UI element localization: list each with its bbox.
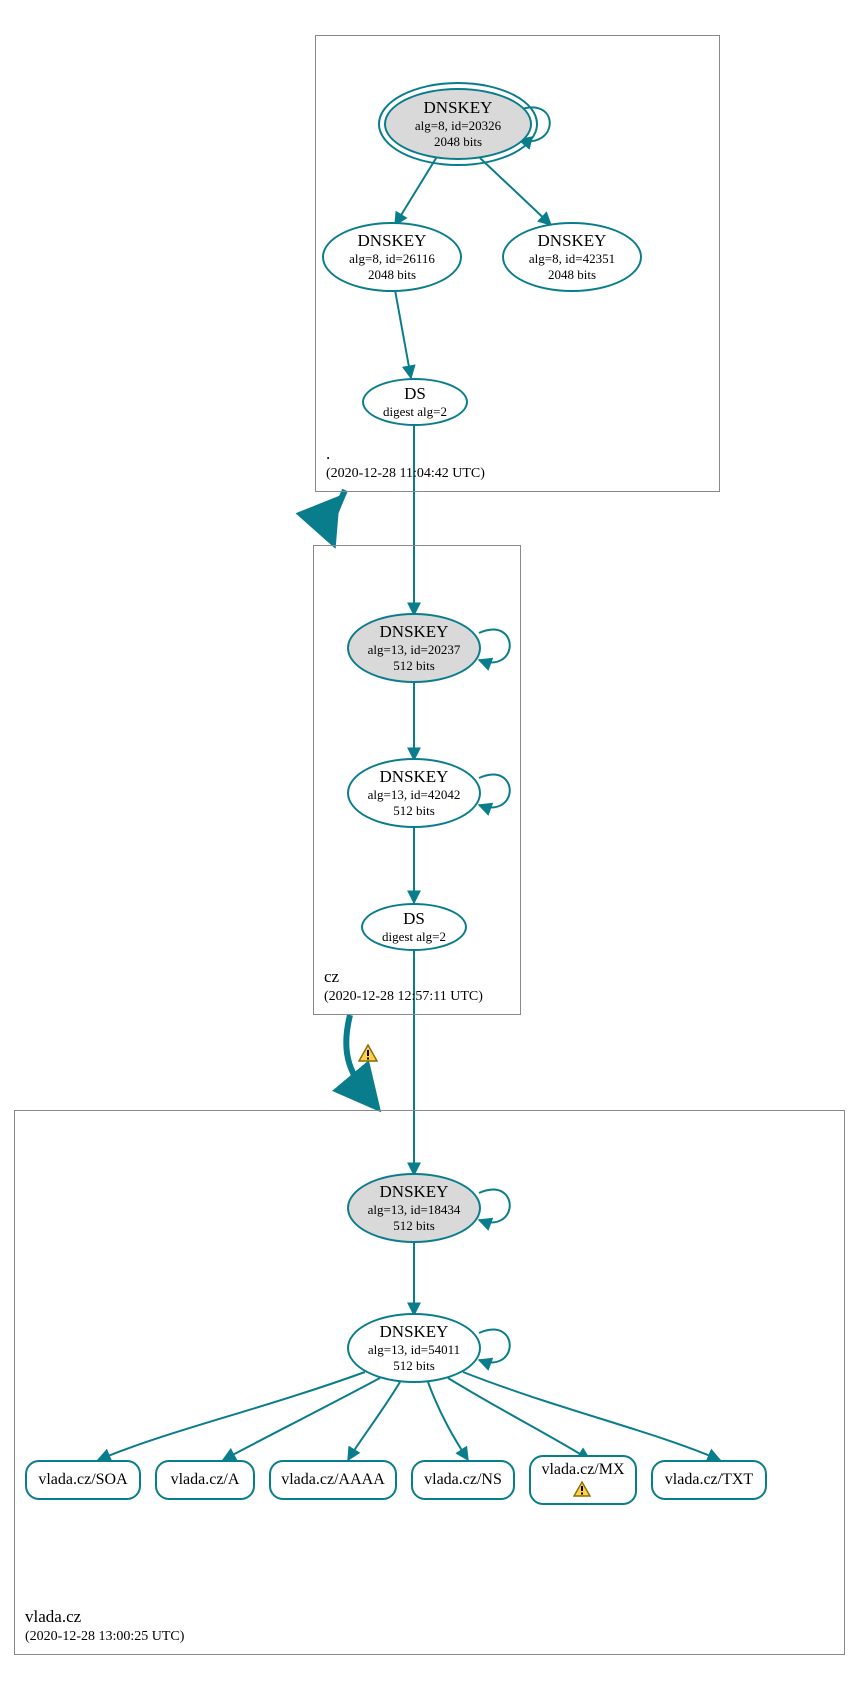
rrset-soa: vlada.cz/SOA — [25, 1460, 141, 1500]
diagram-canvas: . (2020-12-28 11:04:42 UTC) DNSKEY alg=8… — [0, 0, 859, 1700]
rrset-ns: vlada.cz/NS — [411, 1460, 515, 1500]
zone-vlada-label: vlada.cz (2020-12-28 13:00:25 UTC) — [25, 1606, 184, 1646]
zone-root-label: . (2020-12-28 11:04:42 UTC) — [326, 443, 485, 483]
cz-ksk: DNSKEY alg=13, id=20237 512 bits — [347, 613, 481, 683]
cz-ds: DS digest alg=2 — [361, 903, 467, 951]
root-zsk-26116: DNSKEY alg=8, id=26116 2048 bits — [322, 222, 462, 292]
root-ksk: DNSKEY alg=8, id=20326 2048 bits — [384, 88, 532, 160]
vlada-ksk: DNSKEY alg=13, id=18434 512 bits — [347, 1173, 481, 1243]
vlada-zsk: DNSKEY alg=13, id=54011 512 bits — [347, 1313, 481, 1383]
rrset-a: vlada.cz/A — [155, 1460, 255, 1500]
zone-cz-label: cz (2020-12-28 12:57:11 UTC) — [324, 966, 483, 1006]
rrset-txt: vlada.cz/TXT — [651, 1460, 767, 1500]
root-ds: DS digest alg=2 — [362, 378, 468, 426]
cz-zsk: DNSKEY alg=13, id=42042 512 bits — [347, 758, 481, 828]
rrset-aaaa: vlada.cz/AAAA — [269, 1460, 397, 1500]
warning-icon — [358, 1044, 378, 1062]
rrset-mx: vlada.cz/MX — [529, 1455, 637, 1505]
warning-icon — [573, 1481, 593, 1499]
root-zsk-42351: DNSKEY alg=8, id=42351 2048 bits — [502, 222, 642, 292]
